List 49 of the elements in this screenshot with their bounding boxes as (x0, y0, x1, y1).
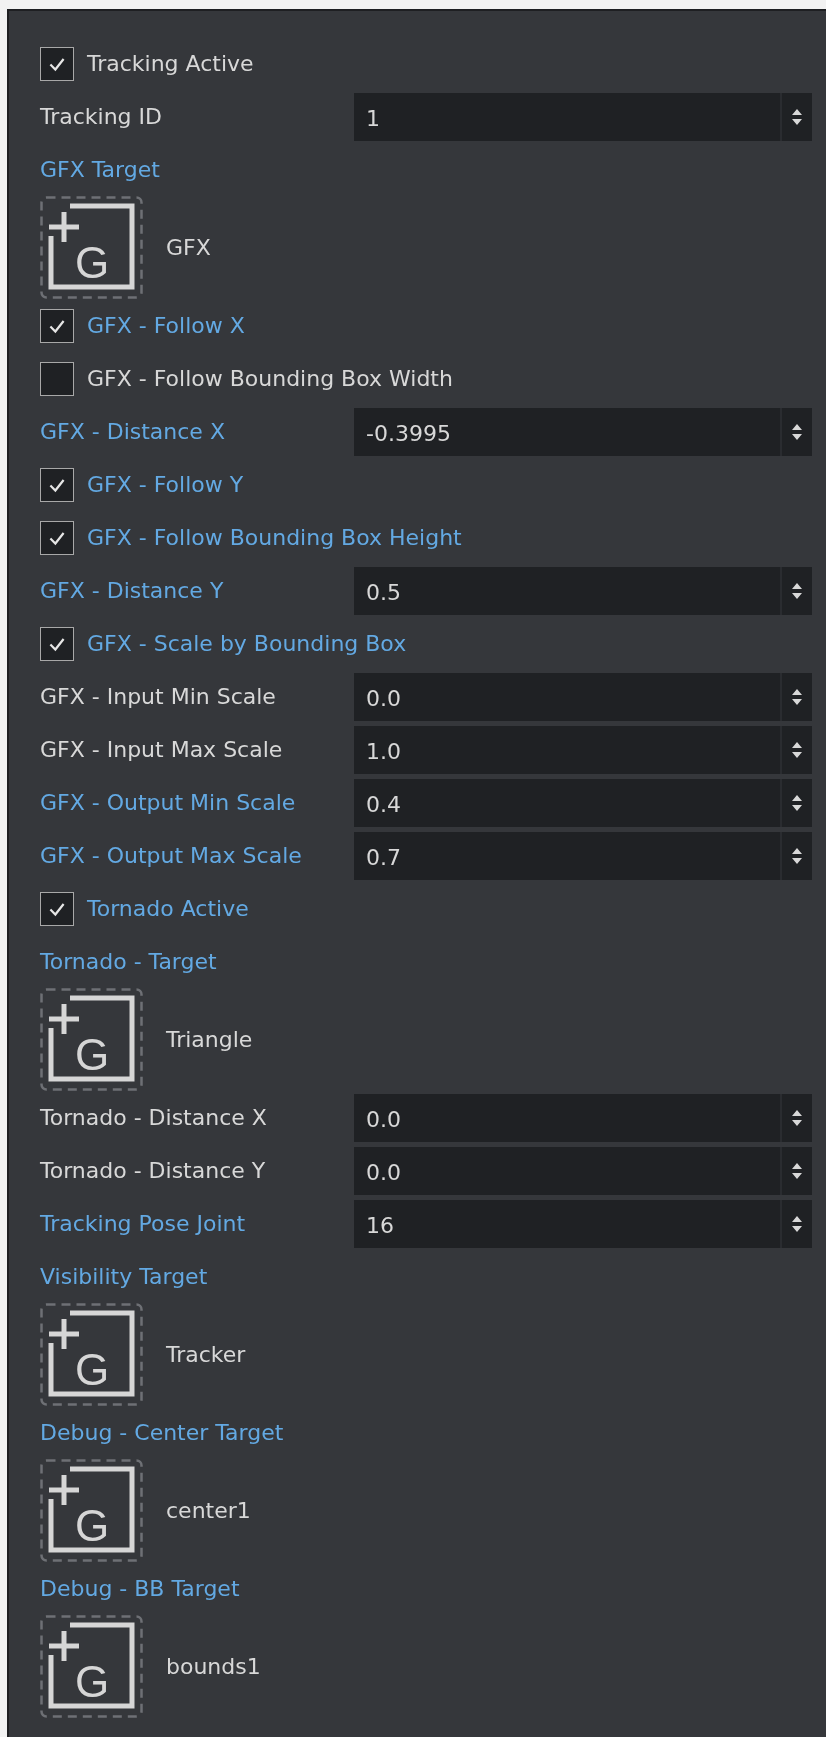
add-graphic-icon[interactable]: G (40, 1303, 143, 1406)
target-name: Triangle (166, 1027, 253, 1052)
field-label: GFX - Output Min Scale (40, 790, 297, 815)
number-field[interactable]: -0.3995 (354, 407, 812, 456)
target-label: Visibility Target (40, 1264, 208, 1289)
target-name: bounds1 (166, 1654, 261, 1679)
add-graphic-icon[interactable]: G (40, 196, 143, 299)
target-name: GFX (166, 235, 211, 260)
field-label: GFX - Distance Y (40, 578, 225, 603)
target-label: Debug - BB Target (40, 1576, 240, 1601)
checkbox[interactable] (40, 46, 74, 81)
field-label: GFX - Output Max Scale (40, 843, 303, 868)
number-field[interactable]: 0.4 (354, 778, 812, 827)
field-label: Tornado - Distance Y (40, 1158, 267, 1183)
checkbox[interactable] (40, 626, 74, 661)
number-field[interactable]: 1.0 (354, 725, 812, 774)
number-field[interactable]: 0.0 (354, 1093, 812, 1142)
number-field[interactable]: 16 (354, 1199, 812, 1248)
checkbox-label: GFX - Follow X (87, 313, 245, 338)
checkbox-label: GFX - Follow Bounding Box Width (87, 366, 453, 391)
number-field[interactable]: 0.0 (354, 672, 812, 721)
field-label: Tornado - Distance X (40, 1105, 268, 1130)
target-label: Debug - Center Target (40, 1420, 284, 1445)
number-field[interactable]: 0.7 (354, 831, 812, 880)
checkbox-label: GFX - Follow Bounding Box Height (87, 525, 462, 550)
checkbox[interactable] (40, 520, 74, 555)
checkbox[interactable] (40, 308, 74, 343)
checkbox[interactable] (40, 467, 74, 502)
add-graphic-icon[interactable]: G (40, 1459, 143, 1562)
field-label: Tracking ID (40, 104, 163, 129)
number-field[interactable]: 0.0 (354, 1146, 812, 1195)
number-field[interactable]: 1 (354, 92, 812, 141)
checkbox-label: GFX - Follow Y (87, 472, 244, 497)
field-label: GFX - Distance X (40, 419, 226, 444)
target-label: GFX Target (40, 157, 160, 182)
checkbox[interactable] (40, 891, 74, 926)
field-label: GFX - Input Max Scale (40, 737, 284, 762)
target-name: Tracker (166, 1342, 246, 1367)
number-field[interactable]: 0.5 (354, 566, 812, 615)
target-name: center1 (166, 1498, 251, 1523)
checkbox-label: Tracking Active (87, 51, 254, 76)
target-label: Tornado - Target (40, 949, 217, 974)
checkbox-label: Tornado Active (87, 896, 249, 921)
field-label: Tracking Pose Joint (40, 1211, 247, 1236)
checkbox-label: GFX - Scale by Bounding Box (87, 631, 407, 656)
add-graphic-icon[interactable]: G (40, 988, 143, 1091)
field-label: GFX - Input Min Scale (40, 684, 277, 709)
checkbox[interactable] (40, 361, 74, 396)
add-graphic-icon[interactable]: G (40, 1615, 143, 1718)
